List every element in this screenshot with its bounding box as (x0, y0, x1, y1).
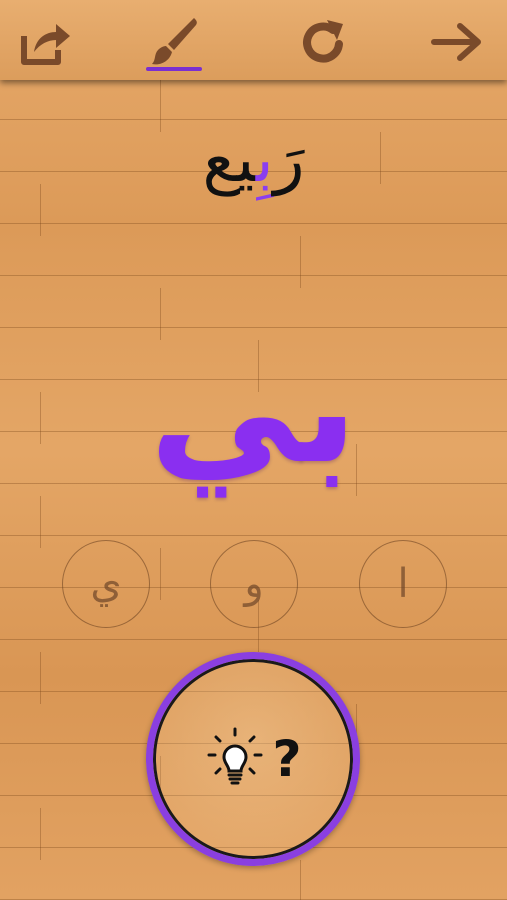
option-label: و (244, 561, 264, 607)
option-label: ي (90, 561, 122, 607)
share-button[interactable] (18, 14, 74, 70)
target-word: رَبِيع (0, 128, 507, 192)
option-alif[interactable]: ا (359, 540, 447, 628)
option-label: ا (397, 561, 409, 607)
brush-button[interactable] (146, 14, 202, 70)
word-suffix: يع (202, 123, 256, 197)
toolbar (0, 0, 507, 80)
share-icon (21, 24, 70, 65)
word-prefix: رَ (273, 123, 305, 197)
brush-icon (152, 18, 197, 65)
next-button[interactable] (430, 14, 486, 70)
arrow-right-icon (431, 23, 481, 61)
option-waw[interactable]: و (210, 540, 298, 628)
reload-button[interactable] (295, 14, 351, 70)
hint-button[interactable]: ? (146, 652, 360, 866)
lightbulb-icon (207, 727, 263, 785)
reload-icon (303, 20, 343, 63)
focus-letter: بي (149, 323, 358, 497)
word-highlight: بِ (255, 123, 274, 197)
option-ya[interactable]: ي (62, 540, 150, 628)
hint-label: ? (272, 730, 302, 788)
active-tool-indicator (146, 67, 202, 71)
